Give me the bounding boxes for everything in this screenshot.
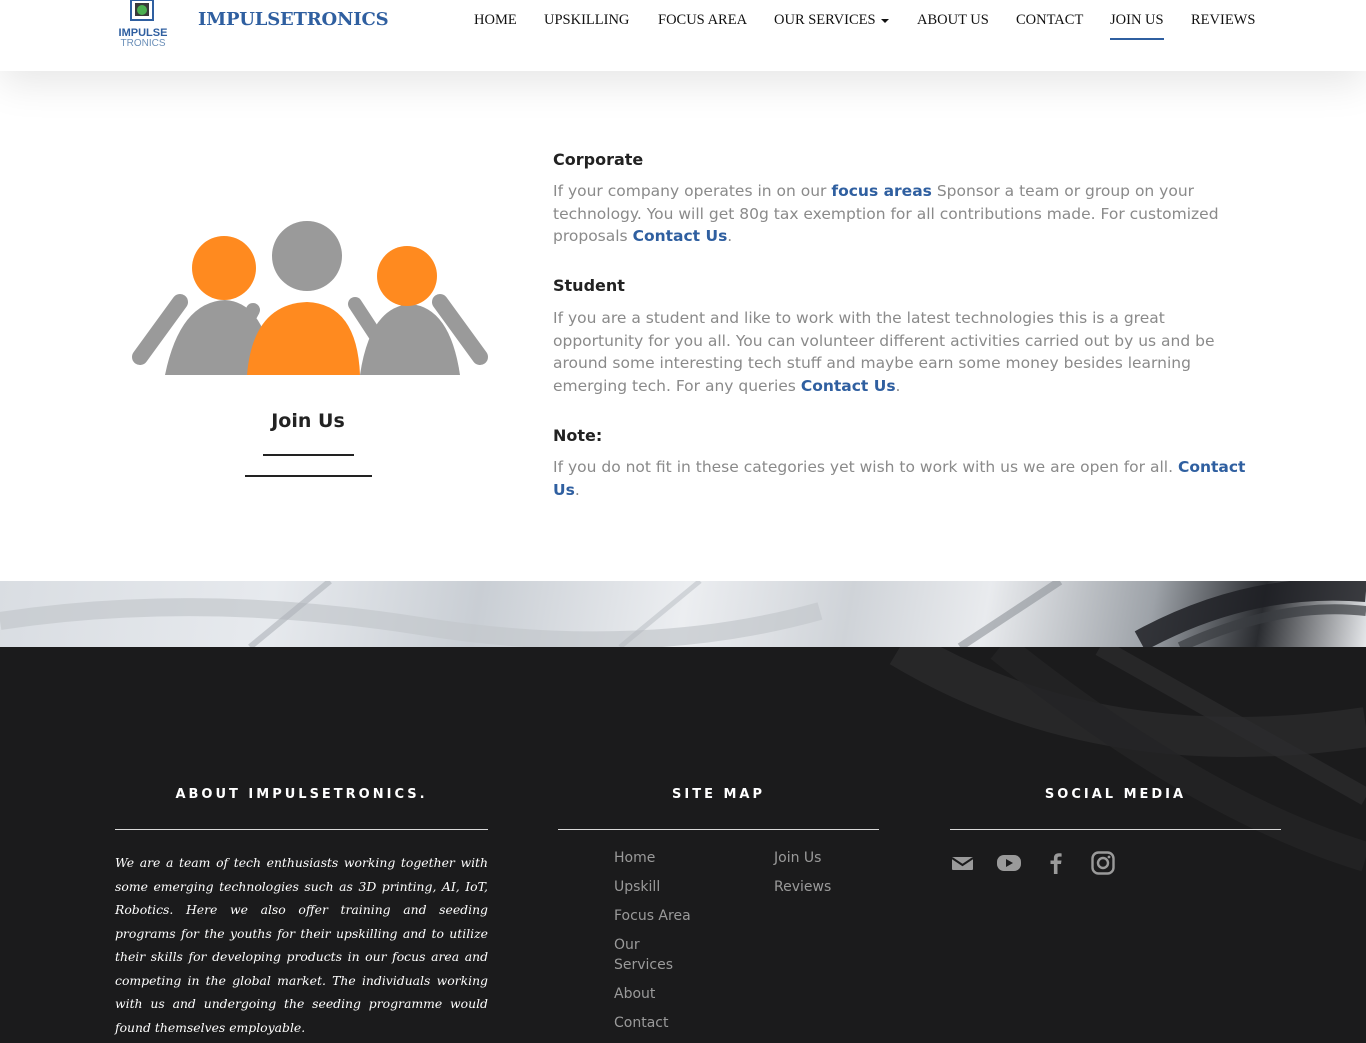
corporate-text-1: If your company operates in on our (553, 182, 832, 200)
facebook-icon[interactable] (1043, 850, 1069, 876)
note-text-2: . (574, 480, 580, 499)
nav-home[interactable]: HOME (474, 12, 517, 29)
title-divider-lower (245, 475, 372, 477)
student-contact-link[interactable]: Contact Us (801, 377, 896, 395)
sitemap-contact[interactable]: Contact (614, 1013, 668, 1033)
nav-contact[interactable]: CONTACT (1016, 12, 1083, 29)
sitemap-about[interactable]: About (614, 984, 655, 1004)
nav-our-services-label: OUR SERVICES (774, 12, 876, 28)
sitemap-reviews[interactable]: Reviews (774, 877, 831, 897)
nav-our-services[interactable]: OUR SERVICES (774, 12, 889, 29)
student-heading: Student (553, 276, 625, 295)
social-title: SOCIAL MEDIA (1044, 787, 1187, 802)
social-divider (950, 829, 1281, 830)
sitemap-upskill[interactable]: Upskill (614, 877, 660, 897)
instagram-icon[interactable] (1090, 850, 1116, 876)
sitemap-title: SITE MAP (672, 787, 765, 802)
sitemap-our[interactable]: Our (614, 935, 640, 955)
main-nav: HOME UPSKILLING FOCUS AREA OUR SERVICES … (0, 12, 1366, 42)
team-illustration (125, 212, 495, 382)
focus-areas-link[interactable]: focus areas (831, 182, 932, 200)
nav-join-us[interactable]: JOIN US (1110, 12, 1164, 40)
site-header: IMPULSE TRONICS IMPULSETRONICS HOME UPSK… (0, 0, 1366, 71)
nav-reviews[interactable]: REVIEWS (1191, 12, 1255, 29)
note-text-1: If you do not fit in these categories ye… (553, 458, 1178, 476)
corporate-contact-link[interactable]: Contact Us (633, 227, 728, 245)
note-text: If you do not fit in these categories ye… (553, 456, 1253, 501)
join-us-title: Join Us (271, 410, 345, 432)
sitemap-join-us[interactable]: Join Us (774, 848, 821, 868)
about-title: ABOUT IMPULSETRONICS. (175, 787, 428, 802)
mail-icon[interactable] (950, 850, 976, 876)
nav-focus-area[interactable]: FOCUS AREA (658, 12, 747, 29)
corporate-heading: Corporate (553, 150, 644, 169)
sitemap-services[interactable]: Services (614, 955, 673, 975)
note-heading: Note: (553, 426, 603, 445)
youtube-icon[interactable] (996, 850, 1022, 876)
chevron-down-icon (880, 18, 889, 23)
brush-stroke-band (0, 581, 1366, 647)
sitemap-divider (558, 829, 879, 830)
student-text-2: . (895, 376, 901, 395)
about-text: We are a team of tech enthusiasts workin… (115, 855, 488, 1035)
sitemap-focus-area[interactable]: Focus Area (614, 906, 691, 926)
sitemap-home[interactable]: Home (614, 848, 655, 868)
nav-about-us[interactable]: ABOUT US (917, 12, 989, 29)
nav-upskilling[interactable]: UPSKILLING (544, 12, 629, 29)
corporate-text-3: . (727, 227, 733, 245)
title-divider (263, 454, 354, 456)
corporate-text: If your company operates in on our focus… (553, 180, 1253, 248)
site-footer: ABOUT IMPULSETRONICS. We are a team of t… (0, 647, 1366, 1043)
student-text: If you are a student and like to work wi… (553, 307, 1253, 397)
about-divider (115, 829, 488, 830)
